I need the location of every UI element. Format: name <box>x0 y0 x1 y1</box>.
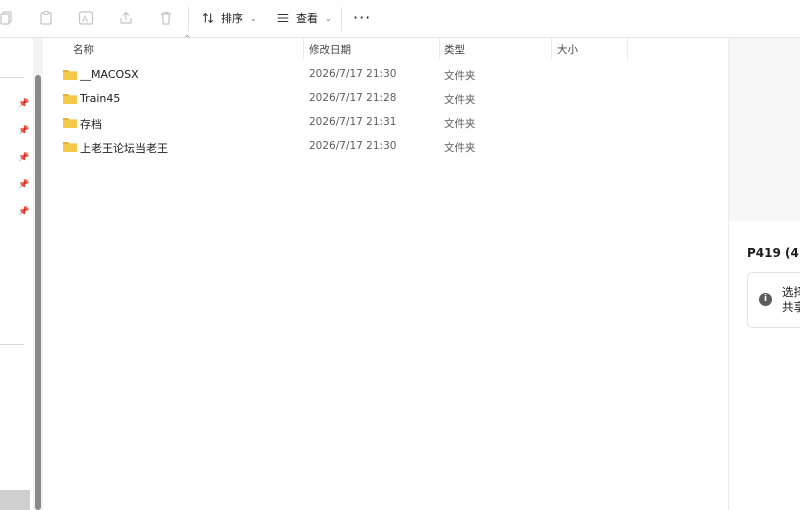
command-bar: A 排序 ⌄ 查看 ⌄ ··· <box>0 0 800 38</box>
sort-icon <box>202 12 214 24</box>
column-type[interactable]: 类型 <box>444 42 465 57</box>
details-title: P419 (4 个 <box>747 246 800 260</box>
pin-icon[interactable]: 📌 <box>18 126 29 136</box>
column-date[interactable]: 修改日期 <box>309 42 351 57</box>
info-card: i 选择 共享 <box>747 272 800 328</box>
details-pane: P419 (4 个 i 选择 共享 <box>728 38 800 510</box>
pin-icon[interactable]: 📌 <box>18 180 29 190</box>
pin-icon[interactable]: 📌 <box>18 153 29 163</box>
nav-divider <box>0 344 24 345</box>
file-row[interactable]: 上老王论坛当老王 2026/7/17 21:30 文件夹 <box>46 135 727 159</box>
share-icon[interactable] <box>117 9 135 27</box>
file-date: 2026/7/17 21:30 <box>309 68 397 80</box>
toolbar-divider <box>341 7 342 31</box>
paste-icon[interactable] <box>37 9 55 27</box>
sort-button[interactable]: 排序 ⌄ <box>201 9 257 27</box>
toolbar-divider <box>188 7 189 31</box>
file-name: __MACOSX <box>80 68 139 81</box>
info-text: 选择 共享 <box>782 285 800 315</box>
view-label: 查看 <box>296 12 318 25</box>
file-date: 2026/7/17 21:30 <box>309 140 397 152</box>
column-divider[interactable] <box>551 38 552 60</box>
file-list: ^ 名称 修改日期 类型 大小 __MACOSX 2026/7/17 21:30… <box>46 34 727 510</box>
file-type: 文件夹 <box>444 70 476 82</box>
nav-scrollbar-thumb[interactable] <box>35 75 41 510</box>
view-button[interactable]: 查看 ⌄ <box>276 9 332 27</box>
pin-icon[interactable]: 📌 <box>18 207 29 217</box>
file-name: 存档 <box>80 118 102 131</box>
folder-icon <box>63 94 77 104</box>
column-divider[interactable] <box>439 38 440 60</box>
pin-icon[interactable]: 📌 <box>18 99 29 109</box>
chevron-down-icon: ⌄ <box>250 13 257 23</box>
folder-icon <box>63 118 77 128</box>
more-options-button[interactable]: ··· <box>353 10 371 26</box>
file-type: 文件夹 <box>444 118 476 130</box>
folder-icon <box>63 142 77 152</box>
file-date: 2026/7/17 21:28 <box>309 92 397 104</box>
sort-label: 排序 <box>221 12 243 25</box>
file-row[interactable]: __MACOSX 2026/7/17 21:30 文件夹 <box>46 63 727 87</box>
info-icon: i <box>759 293 772 306</box>
column-name[interactable]: 名称 <box>73 42 94 57</box>
file-name: Train45 <box>80 92 121 105</box>
rename-icon[interactable]: A <box>77 9 95 27</box>
view-icon <box>277 13 289 23</box>
file-row[interactable]: 存档 2026/7/17 21:31 文件夹 <box>46 111 727 135</box>
info-line: 共享 <box>782 300 800 314</box>
column-size[interactable]: 大小 <box>557 42 578 57</box>
column-divider[interactable] <box>303 38 304 60</box>
file-date: 2026/7/17 21:31 <box>309 116 397 128</box>
info-line: 选择 <box>782 285 800 299</box>
column-divider[interactable] <box>627 38 628 60</box>
delete-icon[interactable] <box>157 9 175 27</box>
folder-icon <box>63 70 77 80</box>
svg-text:A: A <box>82 15 89 25</box>
file-name: 上老王论坛当老王 <box>80 142 168 155</box>
file-type: 文件夹 <box>444 94 476 106</box>
nav-divider <box>0 77 24 78</box>
column-header-row: ^ 名称 修改日期 类型 大小 <box>46 34 727 60</box>
preview-area <box>729 38 800 221</box>
navigation-pane: 📌 📌 📌 📌 📌 <box>0 38 32 510</box>
file-type: 文件夹 <box>444 142 476 154</box>
copy-icon[interactable] <box>0 9 16 27</box>
chevron-down-icon: ⌄ <box>325 13 332 23</box>
file-row[interactable]: Train45 2026/7/17 21:28 文件夹 <box>46 87 727 111</box>
sort-ascending-icon: ^ <box>184 34 191 43</box>
nav-item-selected[interactable] <box>0 490 30 510</box>
